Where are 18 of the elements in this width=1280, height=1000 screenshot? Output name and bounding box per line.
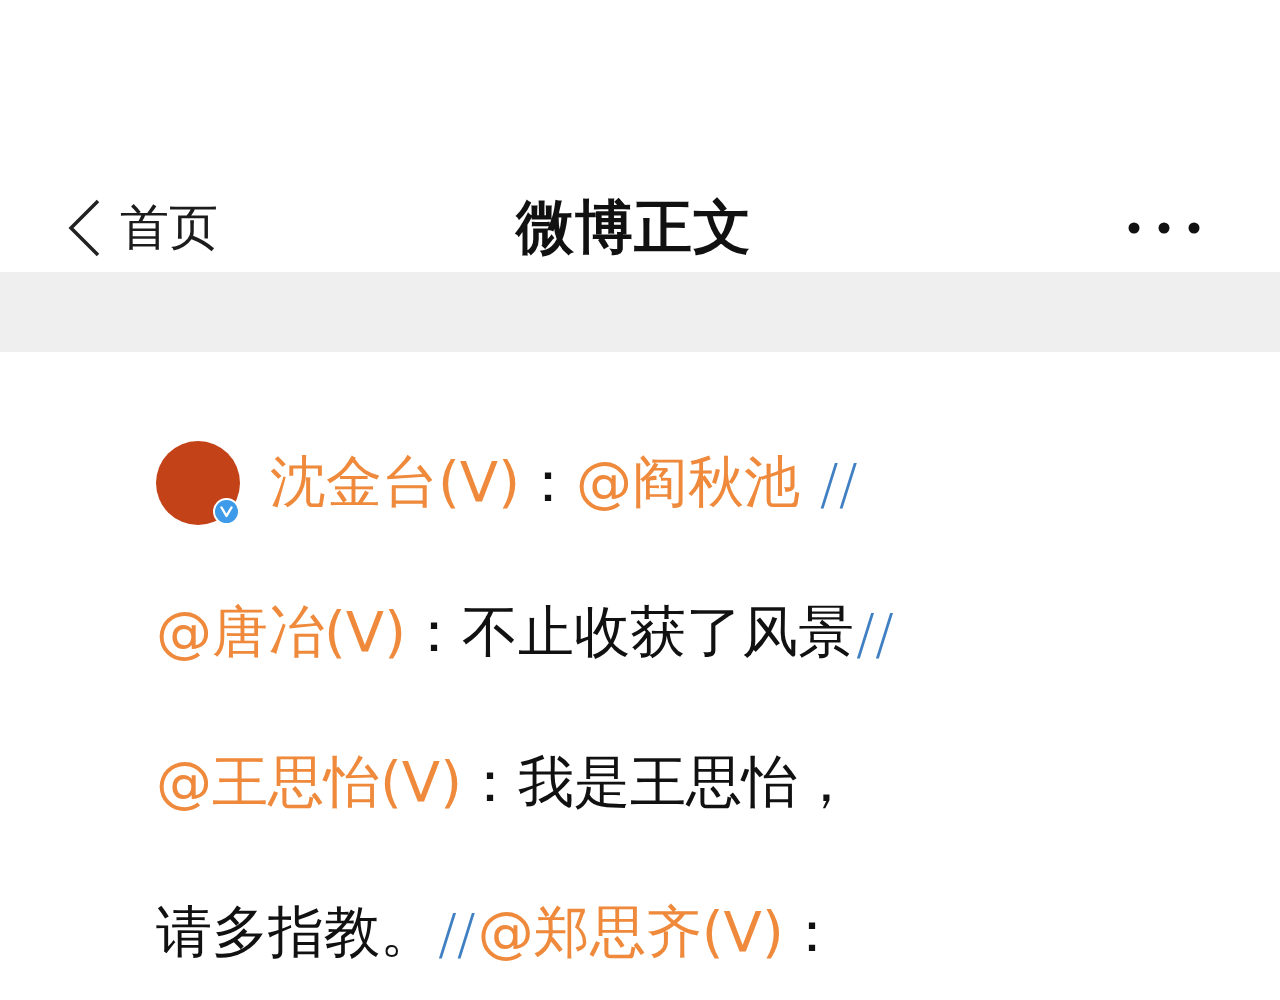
post-text: ： <box>520 448 576 516</box>
mention-link[interactable]: @阎秋池 <box>576 445 800 521</box>
mention-link[interactable]: @唐冶(V) <box>156 595 406 671</box>
mention-link[interactable]: @王思怡(V) <box>156 745 462 821</box>
mention-link[interactable]: @郑思齐(V) <box>477 895 784 971</box>
repost-separator: // <box>437 900 477 966</box>
post-text: ：不止收获了风景 <box>406 598 854 666</box>
page-title: 微博正文 <box>516 192 752 263</box>
repost-separator: // <box>818 450 859 516</box>
repost-separator: // <box>855 600 895 666</box>
post-text: ： <box>783 898 840 966</box>
chevron-left-icon <box>68 199 100 257</box>
post-text: ：我是王思怡， <box>462 748 854 816</box>
post-text: 请多指教。 <box>156 898 436 966</box>
more-button[interactable] <box>1128 222 1200 234</box>
author-name[interactable]: 沈金台(V) <box>270 445 520 521</box>
back-button[interactable]: 首页 <box>68 195 218 261</box>
more-dots-icon <box>1128 222 1200 234</box>
